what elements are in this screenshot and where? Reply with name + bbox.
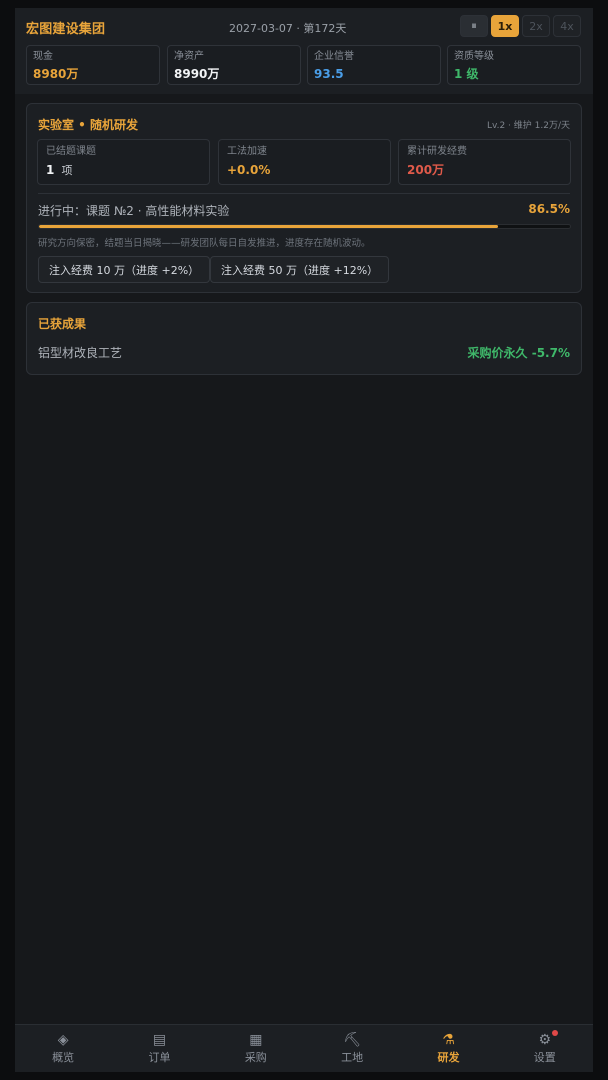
nav-label: 设置 bbox=[533, 1051, 556, 1064]
speed-1x-button[interactable]: 1x bbox=[491, 15, 519, 37]
stat-value: 8980万 bbox=[33, 67, 79, 81]
pause-icon: ⏸ bbox=[471, 19, 477, 32]
flask-icon: ⚗ bbox=[442, 1032, 455, 1048]
inject-10-button[interactable]: 注入经费 10 万（进度 +2%） bbox=[38, 256, 211, 283]
total-rd-funding-value: 200万 bbox=[407, 163, 445, 177]
nav-label: 采购 bbox=[244, 1051, 267, 1064]
stat-net-assets: 净资产 8990万 bbox=[167, 45, 301, 85]
method-speedup-label: 工法加速 bbox=[227, 146, 267, 157]
pause-button[interactable]: ⏸ bbox=[460, 15, 488, 37]
bottom-nav: ◈ 概览 ▤ 订单 ▦ 采购 ⛏ 工地 ⚗ 研发 ⚙ 设置 bbox=[15, 1024, 593, 1072]
nav-label: 研发 bbox=[437, 1051, 460, 1064]
achievements-card: 已获成果 铝型材改良工艺 采购价永久 -5.7% bbox=[26, 302, 582, 375]
app-window: 宏图建设集团 2027-03-07 · 第172天 ⏸ 1x 2x 4x 现金 … bbox=[15, 8, 593, 1072]
inject-50-button[interactable]: 注入经费 50 万（进度 +12%） bbox=[210, 256, 390, 283]
achievement-row: 铝型材改良工艺 采购价永久 -5.7% bbox=[38, 344, 570, 361]
top-bar: 宏图建设集团 2027-03-07 · 第172天 ⏸ 1x 2x 4x 现金 … bbox=[15, 8, 593, 94]
method-speedup: 工法加速 +0.0% bbox=[218, 139, 391, 185]
nav-site[interactable]: ⛏ 工地 bbox=[304, 1025, 400, 1072]
nav-purchase[interactable]: ▦ 采购 bbox=[208, 1025, 304, 1072]
company-name: 宏图建设集团 bbox=[26, 22, 106, 37]
nav-settings[interactable]: ⚙ 设置 bbox=[497, 1025, 593, 1072]
nav-label: 订单 bbox=[148, 1051, 171, 1064]
stat-label: 净资产 bbox=[174, 51, 204, 62]
stat-value: 1 级 bbox=[454, 67, 479, 81]
stat-value: 93.5 bbox=[314, 67, 344, 81]
speed-2x-button[interactable]: 2x bbox=[522, 15, 550, 37]
total-rd-funding-label: 累计研发经费 bbox=[407, 146, 467, 157]
completed-projects-label: 已结题课题 bbox=[46, 146, 96, 157]
stat-label: 现金 bbox=[33, 51, 53, 62]
nav-orders[interactable]: ▤ 订单 bbox=[111, 1025, 207, 1072]
stat-label: 企业信誉 bbox=[314, 51, 354, 62]
progress-percent: 86.5% bbox=[528, 202, 570, 216]
lab-card: 实验室 • 随机研发 Lv.2 · 维护 1.2万/天 已结题课题 1 项 工法… bbox=[26, 103, 582, 293]
achievement-effect: 采购价永久 -5.7% bbox=[467, 346, 570, 360]
stat-label: 资质等级 bbox=[454, 51, 494, 62]
nav-label: 概览 bbox=[52, 1051, 75, 1064]
completed-projects-value-row: 1 项 bbox=[46, 163, 201, 178]
completed-projects-unit: 项 bbox=[61, 164, 73, 177]
nav-overview[interactable]: ◈ 概览 bbox=[15, 1025, 111, 1072]
progress-bar bbox=[38, 224, 571, 229]
total-rd-funding: 累计研发经费 200万 bbox=[398, 139, 571, 185]
lab-title: 实验室 • 随机研发 bbox=[38, 118, 139, 132]
progress-bar-fill bbox=[39, 225, 499, 228]
research-note: 研究方向保密，结题当日揭晓——研发团队每日自发推进，进度存在随机波动。 bbox=[38, 238, 371, 249]
stat-reputation: 企业信誉 93.5 bbox=[307, 45, 441, 85]
stat-cash: 现金 8980万 bbox=[26, 45, 160, 85]
completed-projects: 已结题课题 1 项 bbox=[37, 139, 210, 185]
speed-4x-button[interactable]: 4x bbox=[553, 15, 581, 37]
achievement-name: 铝型材改良工艺 bbox=[38, 346, 123, 360]
game-date: 2027-03-07 · 第172天 bbox=[229, 22, 347, 35]
divider bbox=[38, 193, 570, 194]
stat-value: 8990万 bbox=[174, 67, 220, 81]
completed-projects-value: 1 bbox=[46, 163, 55, 177]
method-speedup-value: +0.0% bbox=[227, 163, 271, 177]
progress-label: 进行中：课题 №2 · 高性能材料实验 bbox=[38, 204, 230, 218]
diamond-icon: ◈ bbox=[57, 1032, 69, 1048]
grid-icon: ▦ bbox=[249, 1032, 263, 1048]
pickaxe-icon: ⛏ bbox=[343, 1032, 362, 1048]
nav-research[interactable]: ⚗ 研发 bbox=[400, 1025, 496, 1072]
gear-icon: ⚙ bbox=[538, 1032, 552, 1048]
achievements-title: 已获成果 bbox=[38, 317, 87, 331]
nav-label: 工地 bbox=[341, 1051, 364, 1064]
lab-level-meta: Lv.2 · 维护 1.2万/天 bbox=[486, 121, 570, 131]
stat-qualification: 资质等级 1 级 bbox=[447, 45, 581, 85]
notification-dot bbox=[551, 1030, 558, 1036]
list-icon: ▤ bbox=[152, 1032, 167, 1048]
